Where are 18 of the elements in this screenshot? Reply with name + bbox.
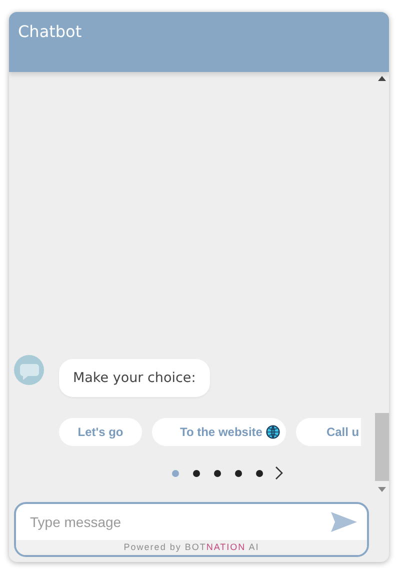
- message-input[interactable]: Type message: [30, 510, 331, 534]
- next-icon[interactable]: [275, 466, 283, 480]
- powered-by-text: Powered by BOTNATION AI: [16, 540, 367, 555]
- choice-button[interactable]: Call u: [296, 418, 362, 446]
- message-field[interactable]: Type message Powered by BOTNATION AI: [14, 502, 369, 557]
- carousel-dot[interactable]: [193, 470, 200, 476]
- choice-button[interactable]: Let's go: [59, 418, 142, 446]
- carousel-dot[interactable]: [256, 470, 263, 476]
- scroll-up-icon[interactable]: [378, 76, 386, 81]
- bot-message: Make your choice:: [59, 359, 210, 397]
- carousel-dot[interactable]: [172, 470, 179, 476]
- window-title: Chatbot: [18, 22, 82, 41]
- carousel-dot[interactable]: [235, 470, 242, 476]
- carousel-dot[interactable]: [214, 470, 221, 476]
- scroll-down-icon[interactable]: [378, 487, 386, 492]
- scroll-thumb[interactable]: [375, 413, 389, 481]
- bot-avatar-icon: [14, 355, 44, 385]
- choice-button[interactable]: To the website: [152, 418, 286, 446]
